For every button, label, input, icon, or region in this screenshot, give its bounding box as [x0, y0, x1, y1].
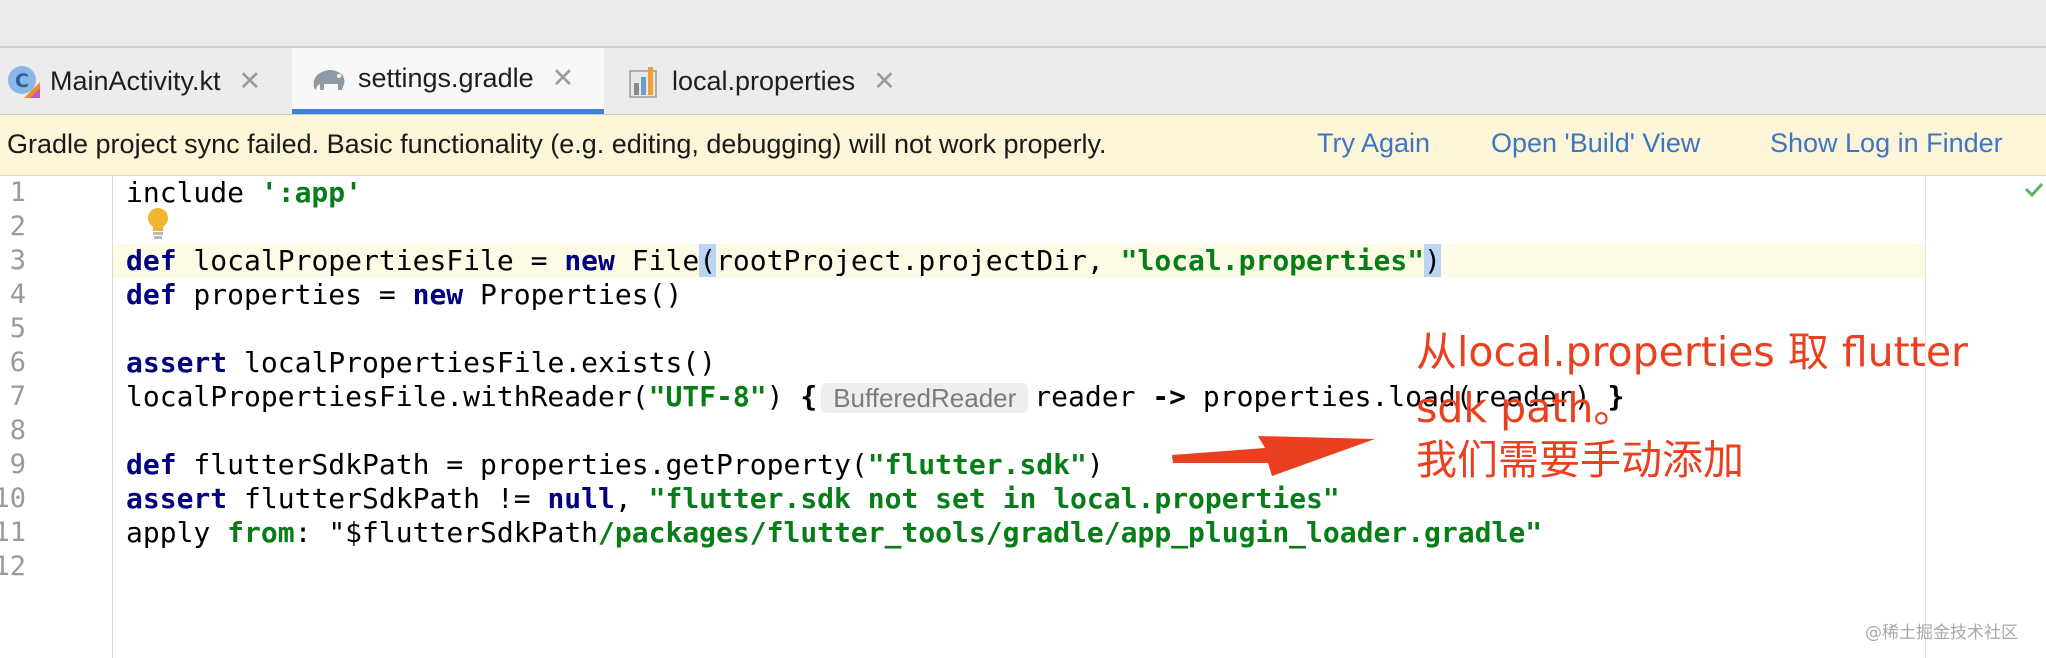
- code-line-10: assert flutterSdkPath != null, "flutter.…: [126, 482, 1340, 516]
- line-number: 2: [9, 211, 26, 242]
- brace: {: [800, 380, 818, 413]
- string-literal: "local.properties": [1120, 244, 1425, 277]
- line-number: 12: [0, 551, 26, 582]
- line-number: 3: [9, 245, 26, 276]
- tab-label: MainActivity.kt: [50, 65, 221, 96]
- tab-local-properties[interactable]: local.properties ✕: [604, 48, 914, 114]
- code-token: reader: [1034, 380, 1153, 413]
- line-number: 8: [9, 415, 26, 446]
- line-number: 7: [9, 381, 26, 412]
- annotation-text-line3: 我们需要手动添加: [1416, 436, 1744, 484]
- keyword: new: [412, 278, 464, 311]
- line-number-gutter[interactable]: 1 2 3 4 5 6 7 8 9 10 11 12: [0, 176, 113, 658]
- close-icon[interactable]: ✕: [873, 67, 896, 95]
- watermark: @稀土掘金技术社区: [1865, 623, 2018, 643]
- matched-bracket: (: [699, 244, 717, 277]
- tab-label: local.properties: [672, 65, 856, 96]
- annotation-text-line2: sdk path。: [1416, 384, 1635, 432]
- code-token: Properties(): [463, 278, 683, 311]
- try-again-link[interactable]: Try Again: [1317, 128, 1430, 159]
- close-icon[interactable]: ✕: [239, 67, 262, 95]
- code-token: localPropertiesFile.exists(): [227, 346, 717, 379]
- code-token: File: [614, 244, 700, 277]
- open-build-view-link[interactable]: Open 'Build' View: [1491, 128, 1700, 159]
- code-token: flutterSdkPath !=: [227, 482, 548, 515]
- annotation-text-line1: 从local.properties 取 flutter: [1416, 328, 1968, 376]
- code-token: localPropertiesFile.withReader(: [126, 380, 649, 413]
- line-number: 10: [0, 483, 26, 514]
- line-number: 6: [9, 347, 26, 378]
- code-token: ): [1086, 448, 1104, 481]
- line-number: 9: [9, 449, 26, 480]
- kotlin-class-icon: C: [6, 64, 40, 98]
- editor-tab-bar: C MainActivity.kt ✕ settings.gradle ✕ lo…: [0, 48, 2046, 115]
- code-line-11: apply from: "$flutterSdkPath/packages/fl…: [126, 516, 1542, 550]
- keyword: def: [126, 278, 177, 311]
- banner-message: Gradle project sync failed. Basic functi…: [7, 129, 1107, 159]
- keyword: assert: [126, 482, 228, 515]
- right-margin-guide: [1925, 176, 1926, 658]
- tab-label: settings.gradle: [358, 63, 534, 93]
- annotation-arrow: [1172, 436, 1375, 476]
- string-literal: /packages/flutter_tools/gradle/app_plugi…: [598, 516, 1543, 549]
- matched-bracket: ): [1424, 244, 1441, 277]
- gradle-elephant-icon: [310, 64, 348, 94]
- lightbulb-icon[interactable]: [143, 206, 173, 245]
- svg-text:C: C: [15, 70, 29, 92]
- tab-mainactivity[interactable]: C MainActivity.kt ✕: [2, 48, 292, 114]
- keyword: new: [564, 244, 615, 277]
- line-number: 5: [9, 313, 26, 344]
- code-token: include: [126, 176, 261, 209]
- line-number: 1: [9, 177, 26, 208]
- keyword: null: [547, 482, 615, 515]
- code-line-6: assert localPropertiesFile.exists(): [126, 346, 716, 380]
- code-token: apply: [126, 516, 228, 549]
- sync-failed-banner: Gradle project sync failed. Basic functi…: [0, 115, 2046, 176]
- keyword: def: [126, 244, 177, 277]
- code-token: flutterSdkPath = properties.getProperty(: [176, 448, 868, 481]
- code-token: localPropertiesFile =: [176, 244, 565, 277]
- code-token: :: [294, 516, 329, 549]
- code-token: rootProject.projectDir,: [716, 244, 1121, 277]
- keyword: assert: [126, 346, 228, 379]
- line-number: 4: [9, 279, 26, 310]
- code-line-4: def properties = new Properties(): [126, 278, 682, 312]
- inspection-ok-icon: [2024, 181, 2044, 204]
- code-line-9: def flutterSdkPath = properties.getPrope…: [126, 448, 1104, 482]
- string-literal: "flutter.sdk": [867, 448, 1087, 481]
- tab-settings-gradle[interactable]: settings.gradle ✕: [292, 48, 604, 114]
- keyword-from: from: [227, 516, 295, 549]
- code-token: ,: [614, 482, 649, 515]
- show-log-link[interactable]: Show Log in Finder: [1770, 128, 2003, 159]
- code-line-1: include ':app': [126, 176, 362, 210]
- code-line-7: localPropertiesFile.withReader("UTF-8") …: [126, 380, 1624, 414]
- gstring-part: "$flutterSdkPath: [328, 516, 599, 549]
- keyword: def: [126, 448, 177, 481]
- code-line-3: def localPropertiesFile = new File(rootP…: [126, 244, 1441, 278]
- string-literal: ':app': [260, 176, 363, 209]
- code-token: ): [766, 380, 801, 413]
- string-literal: "UTF-8": [648, 380, 767, 413]
- close-icon[interactable]: ✕: [552, 65, 575, 92]
- window-title-bar: [0, 0, 2046, 48]
- code-token: properties =: [176, 278, 413, 311]
- type-hint: BufferedReader: [821, 383, 1029, 413]
- line-number: 11: [0, 517, 26, 548]
- properties-file-icon: [628, 63, 662, 99]
